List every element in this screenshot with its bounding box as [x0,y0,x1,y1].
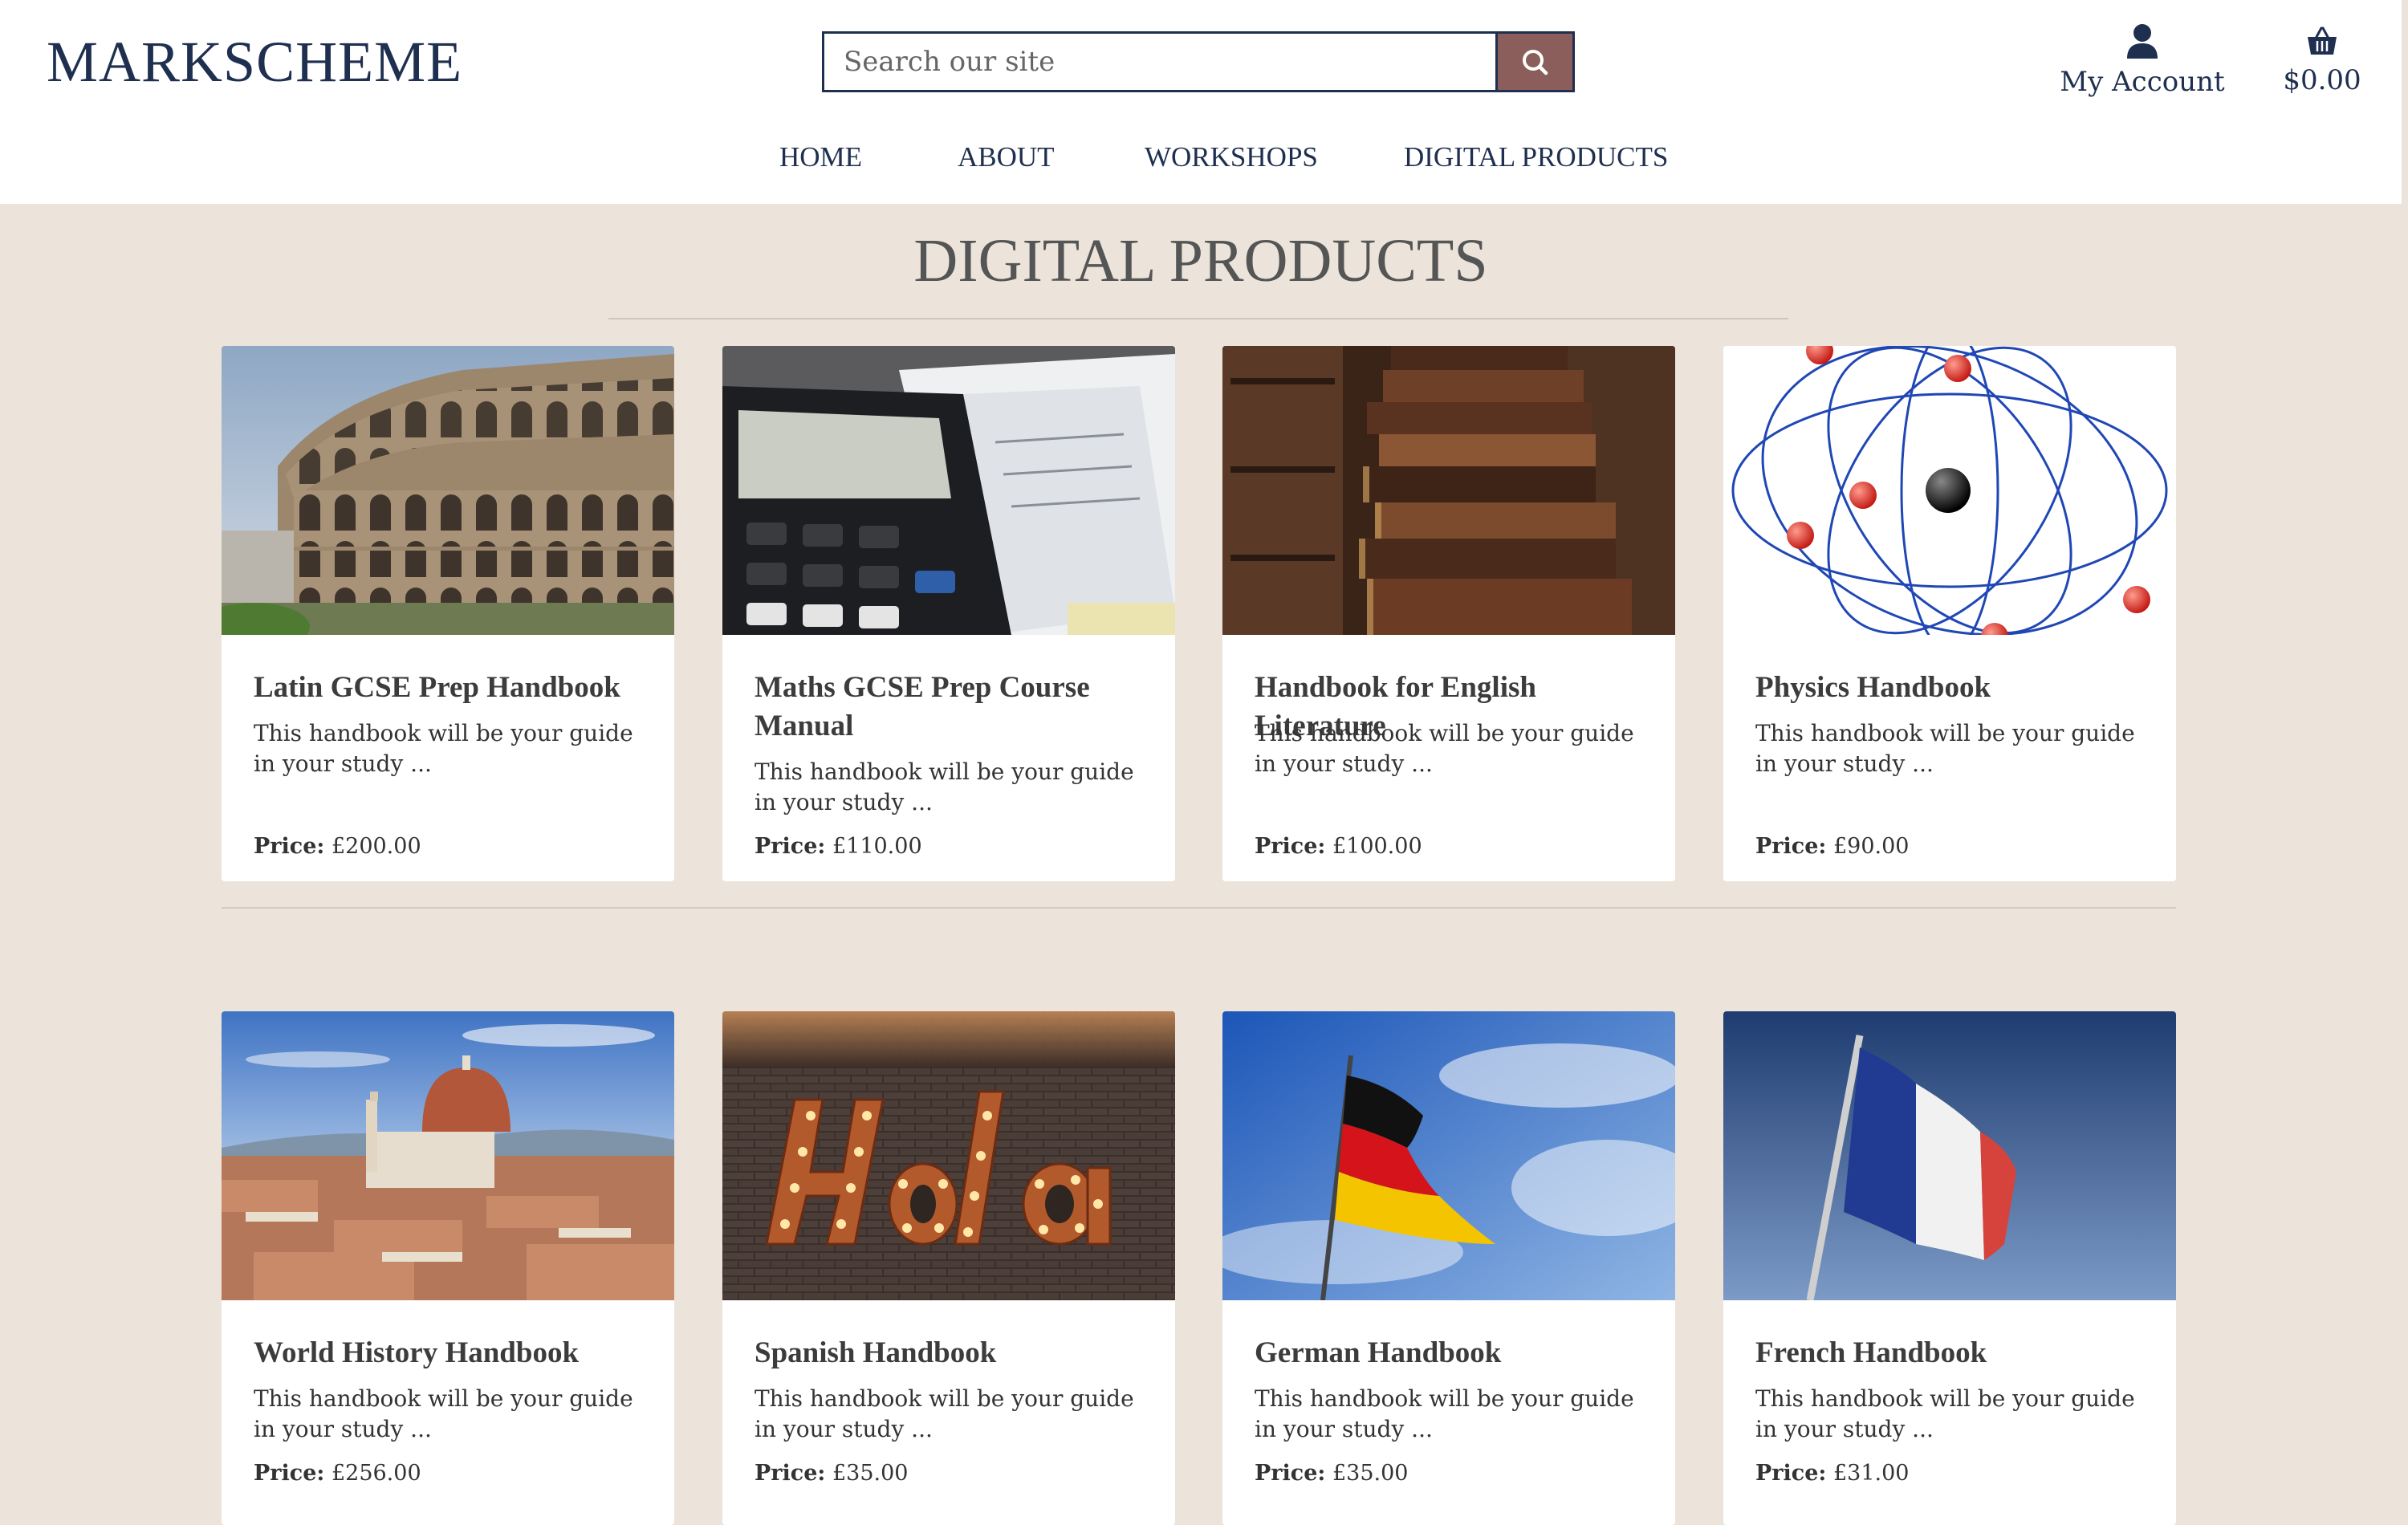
product-card-world-history[interactable]: World History Handbook This handbook wil… [222,1011,674,1525]
product-description: This handbook will be your guide in your… [1255,1385,1634,1442]
price-label: Price: [755,834,826,859]
product-price: Price: £256.00 [254,1461,421,1486]
product-image-old-books[interactable] [1222,346,1675,635]
search-bar [822,31,1575,92]
search-button[interactable] [1495,34,1572,90]
price-label: Price: [1755,1461,1827,1486]
price-value: £31.00 [1832,1461,1910,1486]
product-description: This handbook will be your guide in your… [1755,720,2135,777]
product-title[interactable]: Maths GCSE Prep Course Manual [755,669,1156,746]
product-image-german-flag[interactable] [1222,1011,1675,1300]
product-image-colosseum[interactable] [222,346,674,635]
product-card-physics[interactable]: Physics Handbook This handbook will be y… [1723,346,2176,881]
nav-about[interactable]: ABOUT [958,141,1055,173]
page-title: DIGITAL PRODUCTS [913,227,1488,295]
product-card-maths[interactable]: Maths GCSE Prep Course Manual This handb… [722,346,1175,881]
product-image-atom[interactable] [1723,346,2176,635]
price-value: £200.00 [331,834,421,859]
title-divider [608,318,1788,319]
product-title[interactable]: Latin GCSE Prep Handbook [254,669,655,707]
nav-digital-products[interactable]: DIGITAL PRODUCTS [1404,141,1668,173]
nav-workshops[interactable]: WORKSHOPS [1145,141,1318,173]
product-card-latin[interactable]: Latin GCSE Prep Handbook This handbook w… [222,346,674,881]
price-label: Price: [254,834,325,859]
product-image-french-flag[interactable] [1723,1011,2176,1300]
product-title[interactable]: French Handbook [1755,1334,2157,1372]
cart-link[interactable]: $0.00 [2278,26,2366,96]
product-title[interactable]: Spanish Handbook [755,1334,1156,1372]
basket-icon [2308,26,2337,55]
price-value: £256.00 [331,1461,421,1486]
product-price: Price: £200.00 [254,834,421,859]
product-description: This handbook will be your guide in your… [1255,720,1634,777]
product-card-spanish[interactable]: Spanish Handbook This handbook will be y… [722,1011,1175,1525]
price-value: £35.00 [832,1461,909,1486]
product-price: Price: £35.00 [1255,1461,1408,1486]
my-account-label: My Account [2060,66,2225,98]
price-value: £110.00 [832,834,922,859]
site-logo[interactable]: MARKSCHEME [47,29,462,96]
price-value: £90.00 [1832,834,1910,859]
search-input[interactable] [824,34,1500,90]
product-description: This handbook will be your guide in your… [254,720,633,777]
nav-home[interactable]: HOME [779,141,862,173]
product-description: This handbook will be your guide in your… [1755,1385,2135,1442]
product-title[interactable]: World History Handbook [254,1334,655,1372]
product-image-florence[interactable] [222,1011,674,1300]
product-price: Price: £31.00 [1755,1461,1909,1486]
price-label: Price: [1755,834,1827,859]
site-header: MARKSCHEME My Account $0.00 HOME ABOUT [0,0,2402,204]
user-icon [2127,24,2158,59]
price-value: £100.00 [1332,834,1422,859]
product-card-french[interactable]: French Handbook This handbook will be yo… [1723,1011,2176,1525]
price-label: Price: [1255,1461,1326,1486]
product-price: Price: £100.00 [1255,834,1422,859]
product-price: Price: £90.00 [1755,834,1909,859]
cart-total: $0.00 [2283,64,2361,96]
product-title[interactable]: Physics Handbook [1755,669,2157,707]
product-price: Price: £35.00 [755,1461,908,1486]
product-title[interactable]: German Handbook [1255,1334,1656,1372]
price-label: Price: [254,1461,325,1486]
product-image-hola-sign[interactable] [722,1011,1175,1300]
price-value: £35.00 [1332,1461,1409,1486]
price-label: Price: [755,1461,826,1486]
product-description: This handbook will be your guide in your… [755,758,1134,815]
product-image-calculator[interactable] [722,346,1175,635]
product-description: This handbook will be your guide in your… [755,1385,1134,1442]
product-price: Price: £110.00 [755,834,922,859]
product-card-english[interactable]: Handbook for English Literature This han… [1222,346,1675,881]
row-divider [222,907,2176,909]
price-label: Price: [1255,834,1326,859]
my-account-link[interactable]: My Account [2058,22,2227,98]
main-nav: HOME ABOUT WORKSHOPS DIGITAL PRODUCTS [0,141,2402,181]
product-description: This handbook will be your guide in your… [254,1385,633,1442]
search-icon [1523,50,1548,75]
product-card-german[interactable]: German Handbook This handbook will be yo… [1222,1011,1675,1525]
